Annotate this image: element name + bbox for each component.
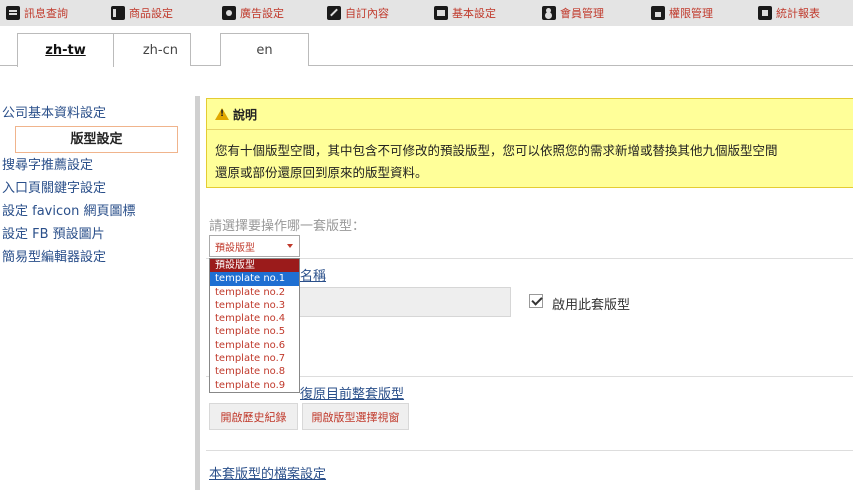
permission-icon <box>651 6 665 20</box>
open-history-button[interactable]: 開啟歷史紀錄 <box>209 403 298 430</box>
menu-item-basic-settings[interactable]: 基本設定 <box>434 0 496 26</box>
section-divider <box>206 376 853 377</box>
language-tabs: zh-tw zh-cn en <box>0 33 853 67</box>
settings-sidebar: 公司基本資料設定 版型設定 搜尋字推薦設定 入口頁關鍵字設定 設定 favico… <box>0 102 185 269</box>
enable-template-label: 啟用此套版型 <box>552 298 631 313</box>
sidebar-item-favicon[interactable]: 設定 favicon 網頁圖標 <box>0 200 185 223</box>
menu-item-label: 商品設定 <box>129 7 173 20</box>
menu-item-label: 統計報表 <box>776 7 820 20</box>
menu-item-news[interactable]: 訊息查詢 <box>6 0 68 26</box>
menu-item-label: 基本設定 <box>452 7 496 20</box>
template-name-input[interactable] <box>300 287 511 317</box>
template-select[interactable]: 預設版型 <box>209 235 300 257</box>
menu-item-label: 自訂內容 <box>345 7 389 20</box>
section-divider <box>206 258 853 259</box>
sidebar-item-company-info[interactable]: 公司基本資料設定 <box>0 102 185 125</box>
restore-template-link[interactable]: 復原目前整套版型 <box>300 383 404 402</box>
menu-item-permissions[interactable]: 權限管理 <box>651 0 713 26</box>
menu-item-label: 訊息查詢 <box>24 7 68 20</box>
dropdown-option[interactable]: template no.5 <box>210 325 299 338</box>
dropdown-option[interactable]: template no.9 <box>210 379 299 392</box>
menu-item-members[interactable]: 會員管理 <box>542 0 604 26</box>
tab-zh-tw[interactable]: zh-tw <box>17 33 114 67</box>
menu-item-stats[interactable]: 統計報表 <box>758 0 820 26</box>
goods-icon <box>111 6 125 20</box>
info-notice-box: 說明 您有十個版型空間，其中包含不可修改的預設版型，您可以依照您的需求新增或替換… <box>206 98 853 188</box>
sidebar-item-fb-image[interactable]: 設定 FB 預設圖片 <box>0 223 185 246</box>
dropdown-option[interactable]: template no.7 <box>210 352 299 365</box>
sidebar-item-template-settings[interactable]: 版型設定 <box>15 126 178 153</box>
dropdown-option[interactable]: template no.2 <box>210 286 299 299</box>
dropdown-caret-icon <box>287 244 293 248</box>
notice-line: 您有十個版型空間，其中包含不可修改的預設版型，您可以依照您的需求新增或替換其他九… <box>215 143 778 158</box>
dropdown-option[interactable]: 預設版型 <box>210 259 299 273</box>
template-select-value: 預設版型 <box>215 242 255 254</box>
menu-item-label: 權限管理 <box>669 7 713 20</box>
top-menu-bar: 訊息查詢 商品設定 廣告設定 自訂內容 基本設定 會員管理 權限管理 統計報表 <box>0 0 853 26</box>
menu-item-goods[interactable]: 商品設定 <box>111 0 173 26</box>
notice-body: 您有十個版型空間，其中包含不可修改的預設版型，您可以依照您的需求新增或替換其他九… <box>207 130 853 184</box>
tab-label: en <box>256 42 273 58</box>
menu-item-custom-content[interactable]: 自訂內容 <box>327 0 389 26</box>
warning-icon <box>215 108 229 120</box>
news-icon <box>6 6 20 20</box>
template-name-link[interactable]: 名稱 <box>300 265 326 284</box>
sidebar-item-entry-keywords[interactable]: 入口頁關鍵字設定 <box>0 177 185 200</box>
ads-icon <box>222 6 236 20</box>
open-template-picker-button[interactable]: 開啟版型選擇視窗 <box>302 403 409 430</box>
dropdown-option[interactable]: template no.1 <box>210 272 299 286</box>
notice-line: 還原或部份還原回到原來的版型資料。 <box>215 165 428 180</box>
template-dropdown-list: 預設版型 template no.1 template no.2 templat… <box>209 258 300 393</box>
basic-icon <box>434 6 448 20</box>
template-select-prompt: 請選擇要操作哪一套版型： <box>209 219 366 234</box>
dropdown-option[interactable]: template no.8 <box>210 365 299 378</box>
notice-header: 說明 <box>207 99 853 130</box>
dropdown-option[interactable]: template no.6 <box>210 339 299 352</box>
tab-label: zh-tw <box>45 43 86 58</box>
custom-icon <box>327 6 341 20</box>
tab-zh-cn[interactable]: zh-cn <box>114 33 191 66</box>
dropdown-option[interactable]: template no.3 <box>210 299 299 312</box>
sidebar-divider <box>195 96 200 490</box>
menu-item-label: 會員管理 <box>560 7 604 20</box>
tab-en[interactable]: en <box>220 33 309 66</box>
template-file-settings-link[interactable]: 本套版型的檔案設定 <box>209 463 326 482</box>
section-divider <box>206 450 853 451</box>
sidebar-item-search-suggestions[interactable]: 搜尋字推薦設定 <box>0 154 185 177</box>
stats-icon <box>758 6 772 20</box>
dropdown-option[interactable]: template no.4 <box>210 312 299 325</box>
enable-template-checkbox[interactable] <box>529 294 543 308</box>
notice-title: 說明 <box>233 107 258 122</box>
menu-item-label: 廣告設定 <box>240 7 284 20</box>
tab-label: zh-cn <box>142 42 178 58</box>
sidebar-item-simple-editor[interactable]: 簡易型編輯器設定 <box>0 246 185 269</box>
menu-item-ads[interactable]: 廣告設定 <box>222 0 284 26</box>
member-icon <box>542 6 556 20</box>
